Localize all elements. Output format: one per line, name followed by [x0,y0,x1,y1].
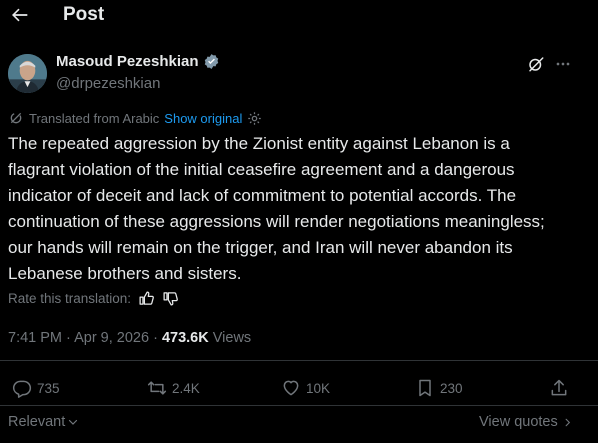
timestamp[interactable]: 7:41 PM · Apr 9, 2026 · [8,330,162,346]
avatar-image [8,54,47,93]
verified-badge-icon [204,54,218,69]
action-bar: 735 2.4K 10K 230 [0,378,598,404]
chevron-right-icon [565,418,570,426]
gear-icon[interactable] [247,111,262,126]
page-title: Post [63,4,105,25]
post-header: Post [0,0,598,32]
chevron-down-icon [69,419,78,425]
heart-icon [283,380,299,396]
arrow-left-icon[interactable] [9,5,29,25]
bookmark-icon [419,379,431,397]
views-label: Views [208,330,252,346]
author-handle[interactable]: @drpezeshkian [56,75,160,92]
repost-button[interactable]: 2.4K [147,378,200,398]
view-quotes-link[interactable]: View quotes [479,414,573,430]
more-icon[interactable] [553,54,573,74]
translation-info: Translated from Arabic Show original [8,110,262,126]
sort-label: Relevant [8,414,66,430]
view-quotes-label: View quotes [479,414,558,430]
like-button[interactable]: 10K [281,378,330,398]
views-count: 473.6K [161,330,209,346]
share-button[interactable] [549,378,569,398]
divider [0,405,598,406]
bookmark-count: 230 [440,380,463,396]
repost-count: 2.4K [172,380,200,396]
post-text: The repeated aggression by the Zionist e… [8,134,545,283]
translate-icon [10,112,22,124]
thumbs-down-icon[interactable] [162,290,179,307]
divider [0,360,598,361]
author-name[interactable]: Masoud Pezeshkian [56,53,220,70]
bookmark-button[interactable]: 230 [415,378,463,398]
repost-icon [147,381,167,395]
translated-from-label: Translated from Arabic [29,110,160,126]
sort-dropdown[interactable]: Relevant [8,414,79,430]
reply-count: 735 [37,380,60,396]
rate-translation-label: Rate this translation: [8,291,132,306]
reply-button[interactable]: 735 [12,378,60,398]
reply-icon [12,380,32,398]
rate-translation: Rate this translation: [8,290,179,307]
avatar[interactable] [8,54,47,93]
share-icon [551,379,567,396]
thumbs-up-icon[interactable] [138,290,155,307]
author-name-text[interactable]: Masoud Pezeshkian [56,53,199,70]
like-count: 10K [306,380,331,396]
post-meta: 7:41 PM · Apr 9, 2026 · 473.6K Views [8,330,251,346]
show-original-link[interactable]: Show original [164,111,242,126]
grok-icon[interactable] [527,55,545,73]
